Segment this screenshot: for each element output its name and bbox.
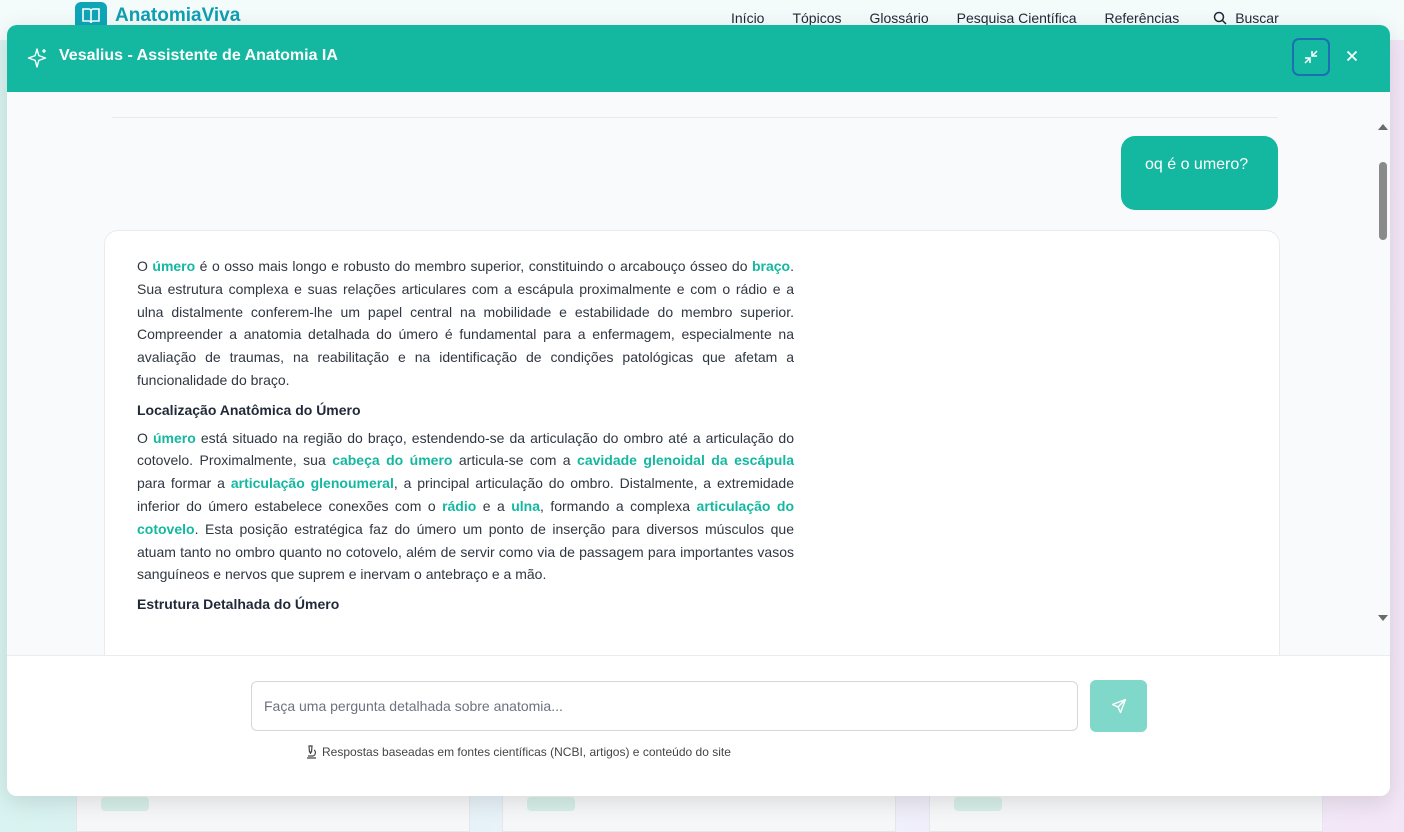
term-link[interactable]: ulna [511,498,540,514]
text-run: , formando a complexa [540,497,697,514]
background-card [502,790,896,832]
background-chip [954,797,1002,811]
text-run: O [137,429,153,446]
assistant-answer: O úmero é o osso mais longo e robusto do… [137,255,794,621]
send-button[interactable] [1090,680,1147,732]
nav-link-inicio[interactable]: Início [731,10,764,26]
nav-link-glossario[interactable]: Glossário [870,10,929,26]
scroll-down-arrow-icon[interactable] [1378,615,1388,621]
term-link[interactable]: rádio [442,498,476,514]
background-card [76,790,470,832]
scroll-thumb[interactable] [1379,162,1387,240]
assistant-message: O úmero é o osso mais longo e robusto do… [104,230,1280,672]
disclaimer-text: Respostas baseadas em fontes científicas… [322,745,731,759]
answer-paragraph: O úmero está situado na região do braço,… [137,427,794,587]
text-run: e a [476,497,512,514]
nav-search-button[interactable]: Buscar [1213,10,1279,26]
term-link[interactable]: úmero [153,430,196,446]
modal-header: Vesalius - Assistente de Anatomia IA [7,25,1390,92]
background-chip [101,797,149,811]
sparkle-icon [26,47,48,69]
term-link[interactable]: articulação glenoumeral [231,475,394,491]
answer-heading: Localização Anatômica do Úmero [137,401,361,418]
text-run: é o osso mais longo e robusto do membro … [195,258,752,274]
text-run: articula-se com a [452,452,578,469]
term-link[interactable]: braço [752,258,790,274]
close-button[interactable] [1340,44,1364,68]
text-run: O [137,258,153,274]
nav-links: Início Tópicos Glossário Pesquisa Cientí… [731,10,1279,26]
answer-heading: Estrutura Detalhada do Úmero [137,596,340,613]
scroll-up-arrow-icon[interactable] [1378,124,1388,130]
chat-input[interactable] [251,681,1078,731]
text-run: para formar a [137,475,231,492]
background-chip [527,797,575,811]
send-icon [1111,698,1126,714]
text-run: . Esta posição estratégica faz do úmero … [137,520,794,583]
brand-name: AnatomiaViva [115,5,241,26]
assistant-modal: Vesalius - Assistente de Anatomia IA oq … [7,25,1390,796]
chat-messages[interactable]: oq é o umero? O úmero é o osso mais long… [7,92,1390,672]
nav-search-label: Buscar [1235,10,1279,26]
close-icon [1346,50,1358,62]
text-run: . Sua estrutura complexa e suas relações… [137,258,794,388]
background-card [929,790,1323,832]
minimize-button[interactable] [1292,38,1330,76]
chat-scrollbar[interactable] [1376,92,1390,655]
term-link[interactable]: cabeça do úmero [332,452,452,468]
modal-title: Vesalius - Assistente de Anatomia IA [59,47,338,64]
disclaimer: Respostas baseadas em fontes científicas… [304,745,731,759]
user-message: oq é o umero? [1121,136,1278,210]
minimize-icon [1304,50,1318,64]
answer-paragraph: O úmero é o osso mais longo e robusto do… [137,255,794,392]
term-link[interactable]: cavidade glenoidal da escápula [577,452,794,468]
chat-divider [112,117,1278,118]
search-icon [1213,11,1227,25]
term-link[interactable]: úmero [152,258,195,274]
nav-link-pesquisa[interactable]: Pesquisa Científica [957,10,1077,26]
nav-link-referencias[interactable]: Referências [1104,10,1179,26]
chat-footer: Respostas baseadas em fontes científicas… [7,655,1390,796]
microscope-icon [307,745,316,759]
nav-link-topicos[interactable]: Tópicos [792,10,841,26]
